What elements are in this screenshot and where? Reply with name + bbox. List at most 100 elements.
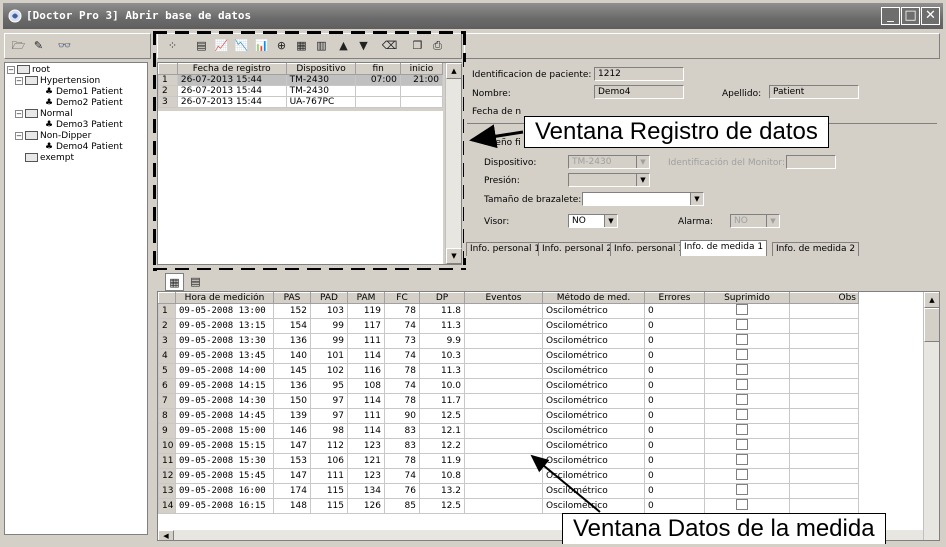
visor-select[interactable]: NO ▼ — [568, 214, 618, 228]
maximize-button[interactable]: □ — [901, 7, 920, 25]
copy-button[interactable]: ❐ — [408, 37, 427, 55]
column-header[interactable]: Eventos — [464, 292, 543, 304]
tab-info-personal-1[interactable]: Info. personal 1 — [466, 242, 545, 256]
table-row[interactable]: 14 09-05-2008 16:15 148 115 126 85 12.5 Oscilom… — [158, 498, 859, 514]
scroll-thumb[interactable] — [924, 308, 939, 342]
patient-id-field[interactable]: 1212 — [594, 67, 684, 81]
tree-item-exempt[interactable]: exempt — [25, 153, 74, 164]
report-button[interactable]: ▥ — [312, 37, 331, 55]
suprimido-checkbox[interactable] — [736, 319, 748, 330]
collapse-icon[interactable]: − — [15, 131, 23, 140]
table-view-button[interactable]: ▦ — [165, 273, 184, 291]
title-bar[interactable]: [Doctor Pro 3] Abrir base de datos _ □ ✕ — [3, 3, 943, 29]
scroll-up-icon[interactable]: ▲ — [924, 292, 939, 308]
trend-button[interactable]: 📉 — [232, 37, 251, 55]
target-button[interactable]: ⊕ — [272, 37, 291, 55]
search-button[interactable]: 👓 — [55, 37, 74, 55]
print-button[interactable]: ⎙ — [428, 37, 447, 55]
column-header[interactable]: PAD — [310, 292, 348, 304]
table-row[interactable]: 2 26-07-2013 15:44 TM-2430 — [158, 85, 444, 97]
scroll-up-icon[interactable]: ▲ — [446, 63, 462, 79]
tree-item-hypertension[interactable]: − Hypertension — [15, 76, 100, 87]
tree-item-demo2[interactable]: ♣ Demo2 Patient — [45, 98, 123, 109]
tree-item-demo1[interactable]: ♣ Demo1 Patient — [45, 87, 123, 98]
suprimido-checkbox[interactable] — [736, 439, 748, 450]
suprimido-checkbox[interactable] — [736, 409, 748, 420]
collapse-icon[interactable]: − — [15, 109, 23, 118]
suprimido-checkbox[interactable] — [736, 499, 748, 510]
scroll-down-icon[interactable]: ▼ — [446, 248, 462, 264]
bar-graph-button[interactable]: 📊 — [252, 37, 271, 55]
column-header[interactable]: Dispositivo — [285, 63, 357, 75]
edit-folder-button[interactable]: ✎ — [29, 37, 48, 55]
tree-item-demo3[interactable]: ♣ Demo3 Patient — [45, 120, 123, 131]
column-header[interactable]: Método de med. — [542, 292, 645, 304]
table-row[interactable]: 5 09-05-2008 14:00 145 102 116 78 11.3 Oscilomé… — [158, 363, 859, 379]
move-down-button[interactable]: ▼ — [354, 37, 373, 55]
suprimido-checkbox[interactable] — [736, 394, 748, 405]
tab-info-medida-2[interactable]: Info. de medida 2 — [772, 242, 860, 256]
measure-scrollbar[interactable]: ▲ — [923, 292, 939, 540]
suprimido-checkbox[interactable] — [736, 334, 748, 345]
table-row[interactable]: 9 09-05-2008 15:00 146 98 114 83 12.1 Oscilomét… — [158, 423, 859, 439]
table-row[interactable]: 12 09-05-2008 15:45 147 111 123 74 10.8 Oscilom… — [158, 468, 859, 484]
column-header[interactable]: Hora de medición — [175, 292, 274, 304]
table-row[interactable]: 11 09-05-2008 15:30 153 106 121 78 11.9 Oscilom… — [158, 453, 859, 469]
tree-item-demo4[interactable]: ♣ Demo4 Patient — [45, 142, 123, 153]
suprimido-checkbox[interactable] — [736, 349, 748, 360]
column-header[interactable]: PAS — [273, 292, 311, 304]
column-header[interactable]: Errores — [644, 292, 705, 304]
column-header[interactable]: Suprimido — [704, 292, 790, 304]
table-row[interactable]: 10 09-05-2008 15:15 147 112 123 83 12.2 Oscilom… — [158, 438, 859, 454]
table-row[interactable]: 7 09-05-2008 14:30 150 97 114 78 11.7 Oscilomét… — [158, 393, 859, 409]
collapse-icon[interactable]: − — [7, 65, 15, 74]
tree-item-normal[interactable]: − Normal — [15, 109, 73, 120]
tab-info-personal-3[interactable]: Info. personal 3 — [610, 242, 689, 256]
column-header[interactable]: Fecha de registro — [176, 63, 287, 75]
table-row[interactable]: 8 09-05-2008 14:45 139 97 111 90 12.5 Oscilomét… — [158, 408, 859, 424]
presion-select[interactable]: ▼ — [568, 173, 650, 187]
abpm-button[interactable]: ▦ — [292, 37, 311, 55]
monitor-id-field[interactable] — [786, 155, 836, 169]
column-header[interactable]: fin — [355, 63, 401, 75]
close-button[interactable]: ✕ — [921, 7, 940, 25]
dispositivo-select[interactable]: TM-2430 ▼ — [568, 155, 650, 169]
alarma-select[interactable]: NO ▼ — [730, 214, 780, 228]
minimize-button[interactable]: _ — [881, 7, 900, 25]
erase-button[interactable]: ⌫ — [380, 37, 399, 55]
brazalete-select[interactable]: ▼ — [582, 192, 704, 206]
move-up-button[interactable]: ▲ — [334, 37, 353, 55]
suprimido-checkbox[interactable] — [736, 484, 748, 495]
table-row[interactable]: 13 09-05-2008 16:00 174 115 134 76 13.2 Oscilom… — [158, 483, 859, 499]
column-header[interactable]: inicio — [399, 63, 444, 75]
tree-item-root[interactable]: − root — [7, 65, 50, 76]
records-scrollbar[interactable]: ▲ ▼ — [445, 63, 462, 264]
scroll-left-icon[interactable]: ◀ — [158, 530, 174, 540]
column-header[interactable]: DP — [419, 292, 465, 304]
suprimido-checkbox[interactable] — [736, 379, 748, 390]
suprimido-checkbox[interactable] — [736, 364, 748, 375]
apellido-field[interactable]: Patient — [769, 85, 859, 99]
table-row[interactable]: 6 09-05-2008 14:15 136 95 108 74 10.0 Oscilomét… — [158, 378, 859, 394]
column-header[interactable]: FC — [384, 292, 420, 304]
column-header[interactable] — [158, 63, 178, 75]
suprimido-checkbox[interactable] — [736, 469, 748, 480]
table-row[interactable]: 1 26-07-2013 15:44 TM-2430 07:00 21:00 — [158, 74, 444, 86]
list-button[interactable]: ▤ — [192, 37, 211, 55]
table-row[interactable]: 1 09-05-2008 13:00 152 103 119 78 11.8 Oscilomé… — [158, 303, 859, 319]
nombre-field[interactable]: Demo4 — [594, 85, 684, 99]
suprimido-checkbox[interactable] — [736, 454, 748, 465]
table-row[interactable]: 2 09-05-2008 13:15 154 99 117 74 11.3 Oscilomét… — [158, 318, 859, 334]
tab-info-personal-2[interactable]: Info. personal 2 — [538, 242, 617, 256]
tab-info-medida-1[interactable]: Info. de medida 1 — [680, 240, 768, 256]
table-row[interactable]: 3 26-07-2013 15:44 UA-767PC — [158, 96, 444, 108]
collapse-icon[interactable]: − — [15, 76, 23, 85]
column-header[interactable]: PAM — [347, 292, 385, 304]
table-row[interactable]: 3 09-05-2008 13:30 136 99 111 73 9.9 Oscilométr… — [158, 333, 859, 349]
table-row[interactable]: 4 09-05-2008 13:45 140 101 114 74 10.3 Oscilomé… — [158, 348, 859, 364]
graph-view-button[interactable]: ▤ — [186, 273, 205, 291]
suprimido-checkbox[interactable] — [736, 304, 748, 315]
column-header[interactable]: Obs — [789, 292, 859, 304]
graph-button[interactable]: 📈 — [212, 37, 231, 55]
open-folder-button[interactable]: 🗁 — [9, 37, 28, 55]
